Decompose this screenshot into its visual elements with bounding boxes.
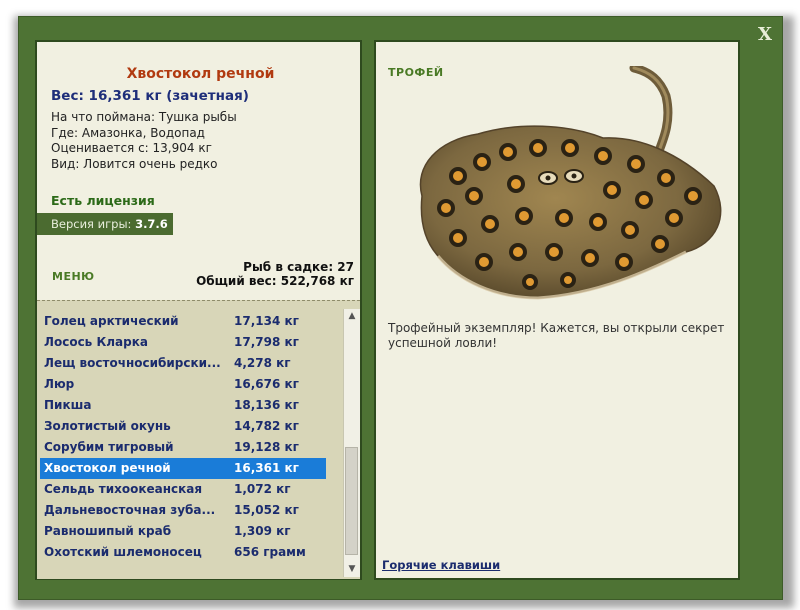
catch-fish-weight: 1,072 кг — [234, 482, 291, 496]
catch-fish-name: Дальневосточная зуба... — [44, 503, 216, 517]
catch-fish-weight: 4,278 кг — [234, 356, 291, 370]
catch-fish-name: Золотистый окунь — [44, 419, 171, 433]
valued-from: Оценивается с: 13,904 кг — [51, 141, 212, 155]
catch-list-row[interactable]: Пикша 18,136 кг — [40, 395, 326, 416]
caught-with: На что поймана: Тушка рыбы — [51, 110, 237, 124]
catch-list-row[interactable]: Дальневосточная зуба... 15,052 кг — [40, 500, 326, 521]
fish-count: Рыб в садке: 27 — [243, 260, 354, 274]
keepnet-stats: Рыб в садке: 27 Общий вес: 522,768 кг — [196, 260, 354, 288]
catch-fish-name: Голец арктический — [44, 314, 179, 328]
menu-button[interactable]: МЕНЮ — [52, 270, 95, 283]
catch-list-row[interactable]: Лещ восточносибирски... 4,278 кг — [40, 353, 326, 374]
catch-list-row[interactable]: Сельдь тихоокеанская 1,072 кг — [40, 479, 326, 500]
catch-fish-weight: 19,128 кг — [234, 440, 299, 454]
version-label: Версия игры: — [51, 217, 132, 231]
version-value: 3.7.6 — [135, 217, 168, 231]
game-version: Версия игры: 3.7.6 — [37, 213, 173, 235]
stingray-image — [419, 66, 722, 300]
trophy-panel: ТРОФЕЙ Трофейный экземпляр! Кажется, вы … — [374, 40, 740, 580]
catch-fish-name: Пикша — [44, 398, 92, 412]
scrollbar[interactable]: ▲ ▼ — [343, 309, 360, 577]
scroll-down-icon[interactable]: ▼ — [344, 562, 360, 577]
catch-list-row[interactable]: Равношипый краб 1,309 кг — [40, 521, 326, 542]
catch-fish-name: Охотский шлемоносец — [44, 545, 202, 559]
catch-fish-name: Равношипый краб — [44, 524, 172, 538]
catch-fish-weight: 17,798 кг — [234, 335, 299, 349]
catch-location: Где: Амазонка, Водопад — [51, 125, 205, 140]
scroll-up-icon[interactable]: ▲ — [344, 309, 360, 324]
catch-list-row[interactable]: Золотистый окунь 14,782 кг — [40, 416, 326, 437]
catch-fish-weight: 656 грамм — [234, 545, 306, 559]
catch-list-row[interactable]: Сорубим тигровый 19,128 кг — [40, 437, 326, 458]
catch-list-items: Голец арктический 17,134 кг Лосось Кларка 1… — [40, 311, 326, 563]
catch-fish-name: Люр — [44, 377, 75, 391]
catch-list: Голец арктический 17,134 кг Лосось Кларка 1… — [37, 300, 360, 579]
fish-info-panel: Хвостокол речной Вес: 16,361 кг (зачетна… — [35, 40, 362, 580]
trophy-description: Трофейный экземпляр! Кажется, вы открыли… — [388, 321, 725, 350]
catch-list-row[interactable]: Люр 16,676 кг — [40, 374, 326, 395]
catch-fish-name: Лосось Кларка — [44, 335, 148, 349]
catch-fish-weight: 16,361 кг — [234, 461, 299, 475]
total-weight: Общий вес: 522,768 кг — [196, 274, 354, 288]
scrollbar-thumb[interactable] — [345, 447, 358, 555]
catch-fish-weight: 1,309 кг — [234, 524, 291, 538]
catch-list-row[interactable]: Голец арктический 17,134 кг — [40, 311, 326, 332]
catch-list-row[interactable]: Хвостокол речной 16,361 кг — [40, 458, 326, 479]
license-status: Есть лицензия — [51, 193, 155, 208]
rarity: Вид: Ловится очень редко — [51, 156, 218, 171]
catch-fish-name: Хвостокол речной — [44, 461, 171, 475]
close-button[interactable]: X — [754, 24, 776, 46]
catch-fish-name: Лещ восточносибирски... — [44, 356, 221, 370]
catch-list-row[interactable]: Охотский шлемоносец 656 грамм — [40, 542, 326, 563]
fish-title: Хвостокол речной — [126, 66, 275, 82]
catch-fish-weight: 17,134 кг — [234, 314, 299, 328]
catch-fish-weight: 14,782 кг — [234, 419, 299, 433]
hotkeys-link[interactable]: Горячие клавиши — [382, 558, 500, 572]
catch-fish-weight: 15,052 кг — [234, 503, 299, 517]
catch-fish-weight: 18,136 кг — [234, 398, 299, 412]
fish-weight: Вес: 16,361 кг (зачетная) — [51, 88, 249, 104]
catch-fish-weight: 16,676 кг — [234, 377, 299, 391]
catch-list-row[interactable]: Лосось Кларка 17,798 кг — [40, 332, 326, 353]
fish-details: На что поймана: Тушка рыбы Где: Амазонка… — [51, 110, 237, 172]
catch-fish-name: Сельдь тихоокеанская — [44, 482, 203, 496]
catch-fish-name: Сорубим тигровый — [44, 440, 174, 454]
